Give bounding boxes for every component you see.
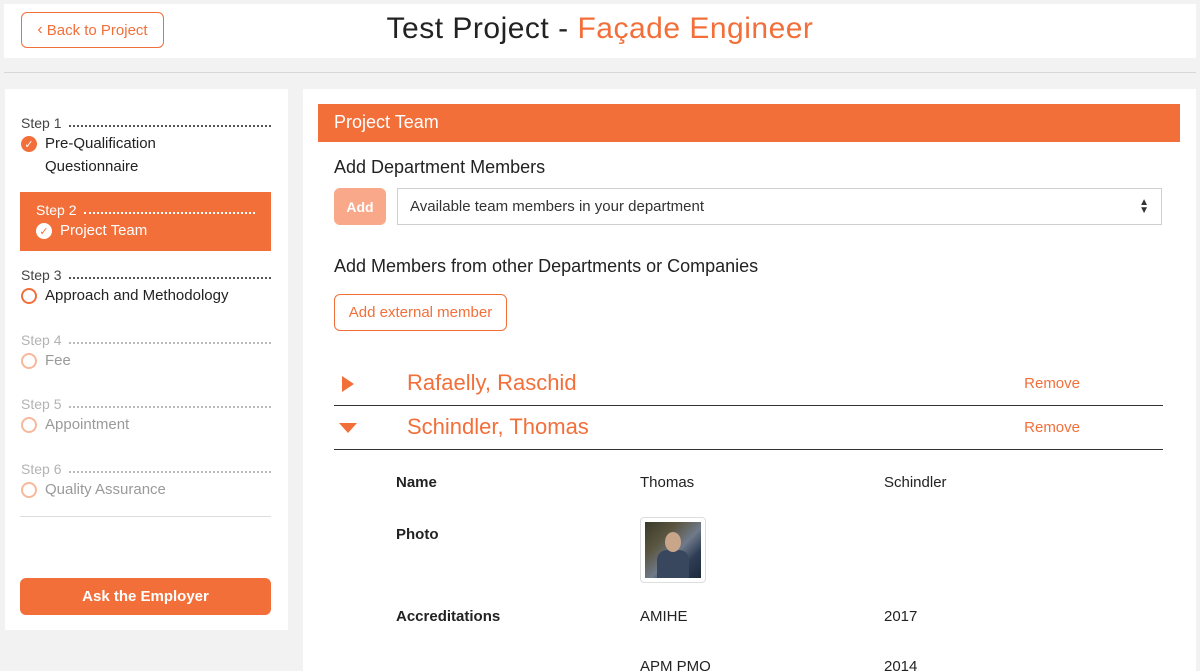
step-3[interactable]: Step 3 Approach and Methodology — [21, 267, 271, 304]
step-3-name: Approach and Methodology — [45, 287, 229, 304]
member-photo — [640, 517, 706, 583]
photo-label: Photo — [396, 526, 439, 543]
step-1-label: Step 1 — [21, 115, 62, 131]
add-external-member-button[interactable]: Add external member — [334, 294, 507, 331]
step-6-name: Quality Assurance — [45, 481, 166, 498]
header-divider — [4, 72, 1196, 73]
step-4-label: Step 4 — [21, 332, 62, 348]
step-5-label: Step 5 — [21, 396, 62, 412]
steps-sidebar: Step 1 ✓ Pre-Qualification Questionnaire … — [5, 89, 288, 630]
step-4-name: Fee — [45, 352, 71, 369]
row-divider — [334, 449, 1163, 450]
remove-member-link[interactable]: Remove — [1024, 375, 1080, 392]
accreditation-year: 2017 — [884, 608, 918, 625]
circle-icon — [21, 482, 37, 498]
step-3-label: Step 3 — [21, 267, 62, 283]
step-6-label: Step 6 — [21, 461, 62, 477]
remove-member-link[interactable]: Remove — [1024, 419, 1080, 436]
select-value: Available team members in your departmen… — [410, 198, 705, 215]
accreditations-label: Accreditations — [396, 608, 501, 625]
department-members-heading: Add Department Members — [334, 157, 546, 177]
circle-icon — [21, 288, 37, 304]
check-circle-icon: ✓ — [21, 136, 37, 152]
team-member-select[interactable]: Available team members in your departmen… — [397, 188, 1162, 225]
page-title-accent: Façade Engineer — [577, 12, 814, 45]
accreditation-name: APM PMQ — [640, 658, 711, 671]
step-2-name: Project Team — [60, 222, 148, 239]
ask-the-employer-button[interactable]: Ask the Employer — [20, 578, 271, 615]
accreditation-name: AMIHE — [640, 608, 688, 625]
step-6: Step 6 Quality Assurance — [21, 461, 271, 498]
top-bar: ‹ Back to Project Test Project - Façade … — [4, 4, 1196, 58]
step-1-name: Pre-Qualification Questionnaire — [45, 135, 156, 175]
circle-icon — [21, 353, 37, 369]
circle-icon — [21, 417, 37, 433]
step-2[interactable]: Step 2 ✓ Project Team — [20, 192, 271, 251]
page-title-main: Test Project - — [386, 12, 578, 45]
external-members-heading: Add Members from other Departments or Co… — [334, 256, 759, 276]
caret-right-icon[interactable] — [338, 374, 358, 394]
step-4: Step 4 Fee — [21, 332, 271, 369]
member-row[interactable]: Schindler, Thomas Remove — [334, 406, 1163, 450]
section-title: Project Team — [318, 104, 1180, 142]
member-name[interactable]: Schindler, Thomas — [407, 414, 589, 440]
caret-down-icon[interactable] — [338, 418, 358, 438]
check-circle-icon: ✓ — [36, 223, 52, 239]
select-arrows-icon: ▲ ▼ — [1139, 197, 1149, 216]
main-panel: Project Team Add Department Members Add … — [303, 89, 1196, 671]
step-1[interactable]: Step 1 ✓ Pre-Qualification Questionnaire — [21, 115, 271, 178]
page-title: Test Project - Façade Engineer — [4, 12, 1196, 46]
step-5-name: Appointment — [45, 416, 130, 433]
member-row[interactable]: Rafaelly, Raschid Remove — [334, 362, 1163, 406]
first-name-value: Thomas — [640, 474, 695, 491]
name-label: Name — [396, 474, 437, 491]
member-name[interactable]: Rafaelly, Raschid — [407, 370, 577, 396]
sidebar-divider — [20, 516, 271, 517]
add-member-button[interactable]: Add — [334, 188, 386, 225]
accreditation-year: 2014 — [884, 658, 918, 671]
last-name-value: Schindler — [884, 474, 947, 491]
step-2-label: Step 2 — [36, 202, 77, 218]
step-5: Step 5 Appointment — [21, 396, 271, 433]
